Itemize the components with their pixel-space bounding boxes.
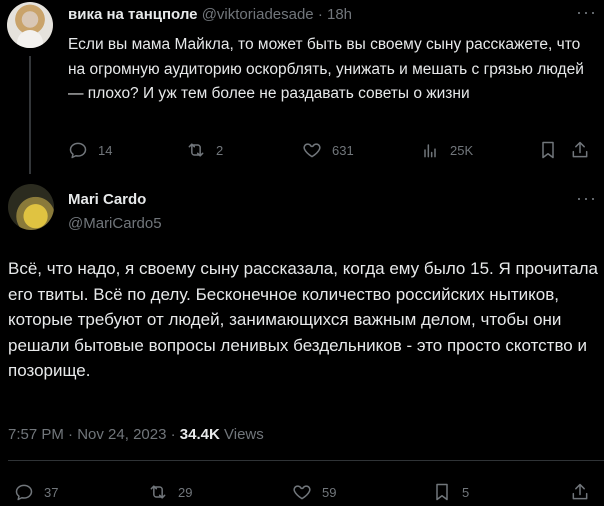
retweet-icon [188, 143, 204, 157]
more-dots-icon[interactable]: ··· [576, 188, 597, 209]
tweet-meta: 7:57 PM · Nov 24, 2023 · 34.4K Views [8, 426, 264, 443]
tweet-parent[interactable]: вика на танцполе @viktoriadesade · 18h ·… [0, 0, 604, 176]
retweet-count: 2 [216, 142, 224, 158]
author-handle[interactable]: @viktoriadesade [202, 6, 314, 23]
author-name[interactable]: вика на танцполе [68, 6, 198, 23]
author-name[interactable]: Mari Cardo [68, 191, 146, 208]
separator-dot: · [317, 6, 323, 23]
like-count: 59 [322, 484, 337, 500]
separator-dot: · [170, 426, 176, 443]
reply-icon [15, 484, 33, 501]
reply-count: 37 [44, 484, 59, 500]
retweet-button[interactable]: 29 [148, 482, 192, 502]
tweet-header: вика на танцполе @viktoriadesade · 18h [68, 6, 352, 23]
tweet-main[interactable]: Mari Cardo @MariCardo5 ··· Всё, что надо… [0, 176, 604, 506]
avatar[interactable] [7, 2, 53, 48]
retweet-icon [150, 485, 166, 499]
retweet-button[interactable]: 2 [186, 140, 223, 160]
divider [8, 460, 604, 461]
more-dots-icon[interactable]: ··· [576, 2, 597, 23]
views-count: 34.4K [179, 426, 220, 443]
heart-icon [303, 143, 321, 158]
share-icon [572, 483, 588, 500]
analytics-icon [424, 144, 436, 158]
tweet-text: Всё, что надо, я своему сыну рассказала,… [8, 259, 598, 380]
reply-button[interactable]: 14 [68, 140, 112, 160]
heart-icon [293, 485, 311, 500]
time-ago[interactable]: 18h [327, 6, 352, 23]
author-handle[interactable]: @MariCardo5 [68, 215, 162, 232]
views-count: 25K [450, 142, 474, 158]
share-button[interactable] [570, 140, 590, 160]
bookmark-button[interactable] [538, 140, 558, 160]
thread-line [29, 56, 31, 174]
separator-dot: · [68, 426, 74, 443]
like-count: 631 [332, 142, 354, 158]
bookmark-icon [436, 483, 448, 501]
like-button[interactable]: 59 [292, 482, 336, 502]
post-date[interactable]: Nov 24, 2023 [77, 426, 166, 443]
bookmark-button[interactable]: 5 [432, 482, 469, 502]
post-time[interactable]: 7:57 PM [8, 426, 64, 443]
share-button[interactable] [570, 482, 590, 502]
reply-icon [69, 142, 87, 159]
reply-count: 14 [98, 142, 113, 158]
views-button[interactable]: 25K [420, 140, 473, 160]
like-button[interactable]: 631 [302, 140, 354, 160]
bookmark-count: 5 [462, 484, 470, 500]
bookmark-icon [542, 141, 554, 159]
share-icon [572, 141, 588, 158]
reply-button[interactable]: 37 [14, 482, 58, 502]
views-label: Views [224, 426, 264, 443]
avatar[interactable] [8, 184, 54, 230]
tweet-text: Если вы мама Майкла, то может быть вы св… [68, 36, 584, 102]
retweet-count: 29 [178, 484, 193, 500]
